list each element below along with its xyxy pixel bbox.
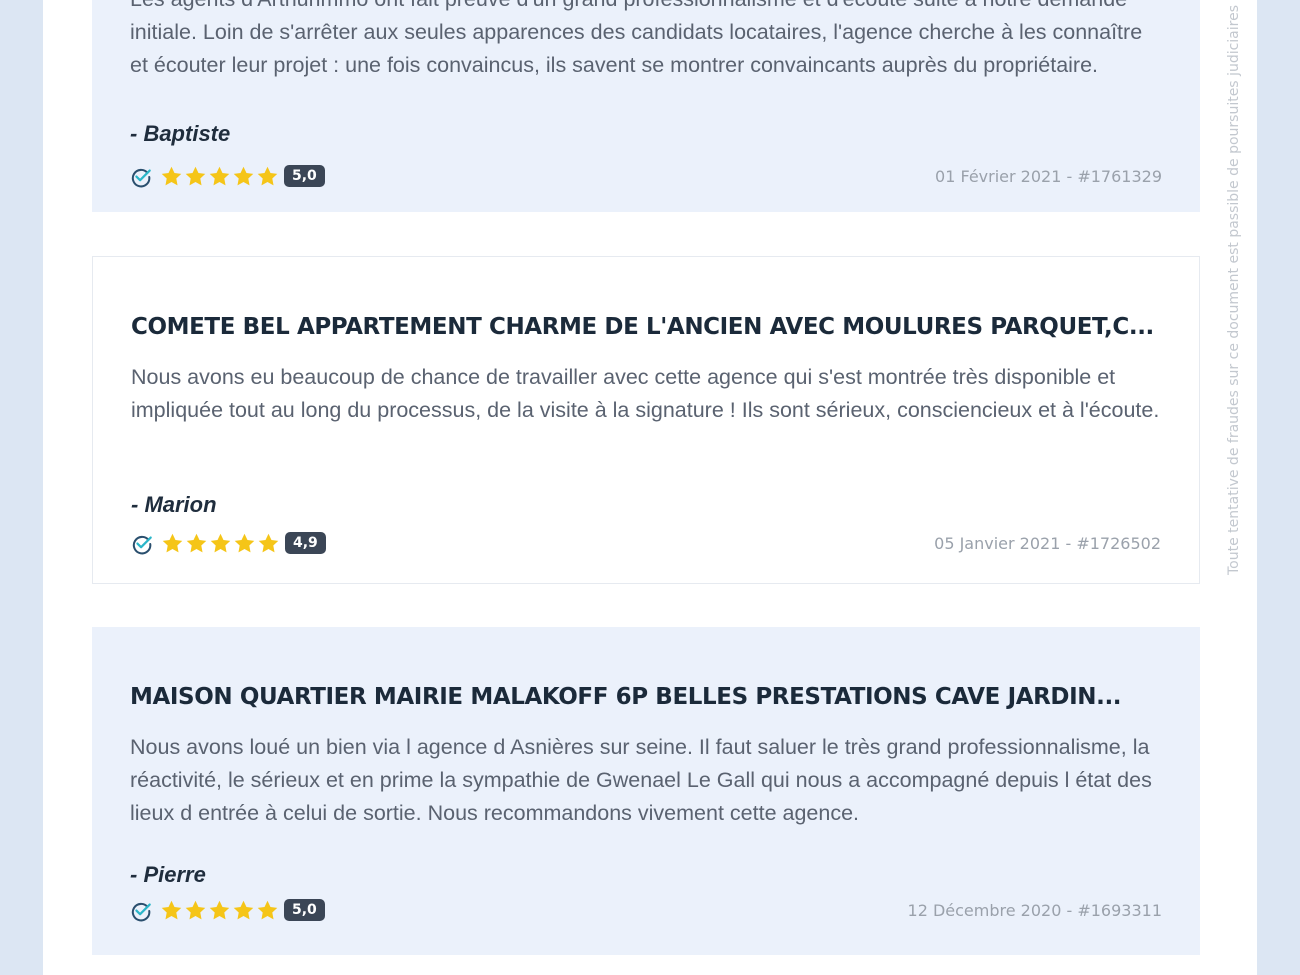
verified-check-icon [132,535,152,555]
star-icon [210,533,231,553]
review-date-id: 01 Février 2021 - #1761329 [935,167,1162,186]
star-icon [233,166,254,186]
review-author: - Pierre [130,862,206,887]
review-text: Nous avons loué un bien via l agence d A… [130,735,1152,825]
star-rating [160,899,279,923]
star-rating [161,532,280,556]
star-icon [162,533,183,553]
review-title[interactable]: MAISON QUARTIER MAIRIE MALAKOFF 6P BELLE… [130,684,1162,710]
review-text: Nous avons eu beaucoup de chance de trav… [131,365,1160,422]
star-icon [185,166,206,186]
verified-check-icon [131,168,151,188]
star-icon [257,166,278,186]
rating-row: 5,0 01 Février 2021 - #1761329 [130,165,1162,191]
review-card: COMETE BEL APPARTEMENT CHARME DE L'ANCIE… [92,256,1200,584]
review-author: - Marion [131,492,217,517]
review-title[interactable]: COMETE BEL APPARTEMENT CHARME DE L'ANCIE… [131,314,1161,340]
verified-check-icon [131,902,151,922]
review-text: Les agents d'Arthurimmo ont fait preuve … [130,0,1143,77]
score-badge: 4,9 [285,532,326,554]
review-card: Les agents d'Arthurimmo ont fait preuve … [92,0,1200,212]
star-rating [160,165,279,189]
star-icon [257,900,278,920]
review-author: - Baptiste [130,121,231,146]
star-icon [209,166,230,186]
star-icon [185,900,206,920]
star-icon [209,900,230,920]
star-icon [161,900,182,920]
rating-row: 5,0 12 Décembre 2020 - #1693311 [130,899,1162,925]
star-icon [186,533,207,553]
star-icon [234,533,255,553]
legal-watermark: Toute tentative de fraudes sur ce docume… [1226,4,1242,575]
star-icon [161,166,182,186]
star-icon [233,900,254,920]
rating-row: 4,9 05 Janvier 2021 - #1726502 [131,532,1161,558]
review-date-id: 05 Janvier 2021 - #1726502 [934,534,1161,553]
review-card: MAISON QUARTIER MAIRIE MALAKOFF 6P BELLE… [92,627,1200,955]
reviews-page: Les agents d'Arthurimmo ont fait preuve … [43,0,1257,975]
review-date-id: 12 Décembre 2020 - #1693311 [907,901,1162,920]
star-icon [258,533,279,553]
score-badge: 5,0 [284,899,325,921]
score-badge: 5,0 [284,165,325,187]
